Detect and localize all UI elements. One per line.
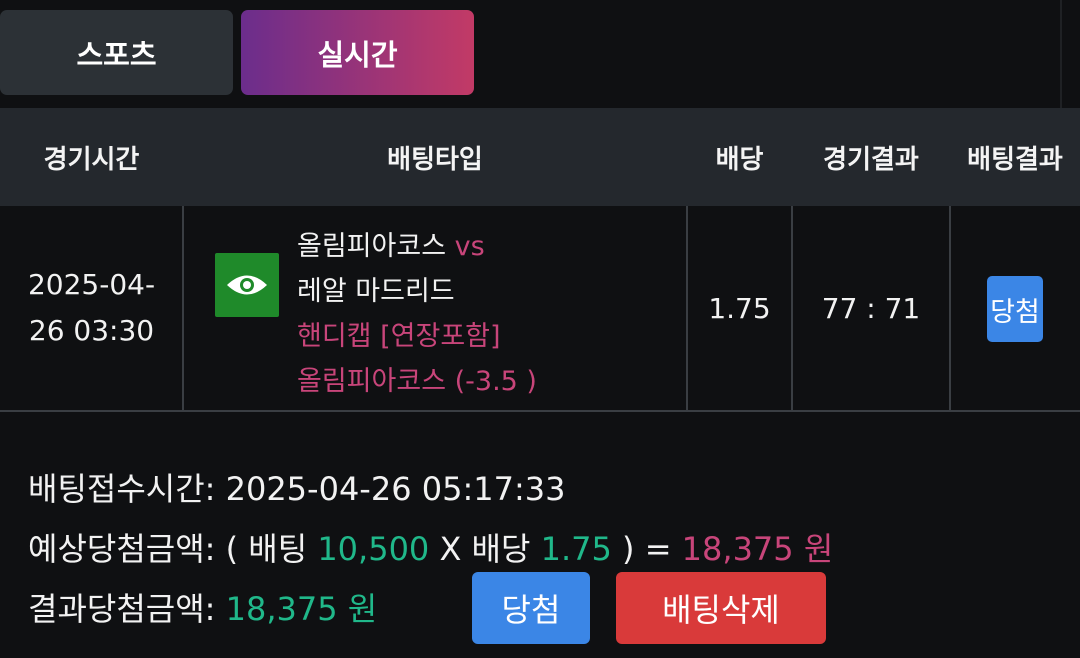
- match-time: 2025-04- 26 03:30: [0, 206, 183, 410]
- result-amount-label: 결과당첨금액:: [28, 590, 216, 628]
- bet-word: 배팅: [248, 530, 308, 568]
- home-team: 올림피아코스: [297, 231, 447, 262]
- divider: [1060, 0, 1062, 108]
- odds-amount: 1.75: [540, 530, 612, 568]
- match-time-line: 26 03:30: [28, 314, 155, 347]
- bet-result-badge: 당첨: [987, 276, 1043, 342]
- result-amount-line: 결과당첨금액: 18,375 원: [28, 584, 377, 630]
- expected-amount-label: 예상당첨금액:: [28, 530, 216, 568]
- open-paren: (: [225, 530, 239, 568]
- match-date-line: 2025-04-: [27, 268, 156, 301]
- tab-live[interactable]: 실시간: [241, 10, 474, 95]
- eye-icon: [215, 253, 279, 317]
- expected-amount-line: 예상당첨금액: ( 배팅 10,500 X 배당 1.75 ) = 18,375…: [28, 524, 833, 570]
- header-bet-result: 배팅결과: [967, 144, 1063, 175]
- bet-pick: 올림피아코스 (-3.5 ): [297, 366, 537, 397]
- expected-amount-value: 18,375 원: [681, 530, 834, 568]
- vs-label: vs: [454, 231, 485, 262]
- bet-type-details: 올림피아코스 vs 레알 마드리드 핸디캡 [연장포함] 올림피아코스 (-3.…: [297, 224, 537, 404]
- table-header: 경기시간 배팅타입 배당 경기결과 배팅결과: [0, 108, 1080, 206]
- close-paren: ): [622, 530, 635, 568]
- bet-amount: 10,500: [317, 530, 430, 568]
- multiply-sign: X: [439, 530, 462, 568]
- match-teams-line: 올림피아코스 vs: [297, 224, 537, 269]
- result-amount-value: 18,375 원: [225, 590, 378, 628]
- header-match-result: 경기결과: [823, 144, 919, 175]
- odds-value: 1.75: [708, 291, 771, 325]
- header-bet-type: 배팅타입: [387, 144, 483, 175]
- odds-word: 배당: [471, 530, 531, 568]
- match-score: 77 : 71: [821, 291, 921, 325]
- table-row: 2025-04- 26 03:30 올림피아코스 vs 레알 마드리드 핸디캡 …: [0, 206, 1080, 412]
- away-team: 레알 마드리드: [297, 276, 455, 307]
- header-odds: 배당: [715, 144, 764, 175]
- accepted-time-line: 배팅접수시간: 2025-04-26 05:17:33: [28, 464, 565, 510]
- delete-bet-button[interactable]: 배팅삭제: [616, 572, 826, 644]
- market-type: 핸디캡 [연장포함]: [297, 321, 501, 352]
- accepted-time-label: 배팅접수시간:: [28, 470, 216, 508]
- win-button[interactable]: 당첨: [472, 572, 590, 644]
- header-match-time: 경기시간: [43, 144, 140, 175]
- accepted-time-value: 2025-04-26 05:17:33: [225, 470, 566, 508]
- equals-sign: =: [644, 530, 672, 568]
- tab-sports[interactable]: 스포츠: [0, 10, 233, 95]
